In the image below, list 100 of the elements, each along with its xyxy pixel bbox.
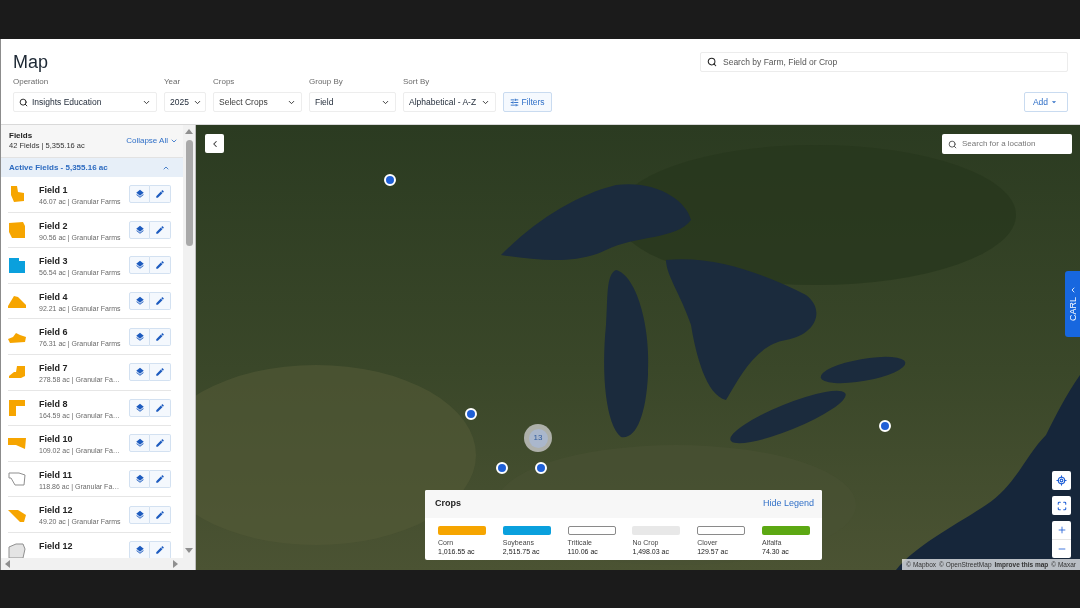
- scroll-right-arrow-icon[interactable]: [173, 560, 178, 568]
- layers-button[interactable]: [129, 434, 150, 453]
- edit-button[interactable]: [150, 505, 171, 524]
- locate-icon: [1056, 475, 1067, 486]
- edit-button[interactable]: [150, 363, 171, 382]
- vertical-scrollbar[interactable]: [183, 125, 195, 558]
- layers-icon: [134, 509, 145, 520]
- layers-icon: [134, 545, 145, 556]
- field-shape-icon: [8, 221, 26, 238]
- hide-legend-link[interactable]: Hide Legend: [762, 497, 814, 511]
- sidebar-title: Fields: [9, 131, 34, 141]
- layers-icon: [134, 474, 145, 485]
- location-search-field[interactable]: Search for a location: [942, 134, 1072, 154]
- pencil-icon: [155, 474, 165, 485]
- layers-button[interactable]: [129, 292, 150, 311]
- layers-icon: [134, 402, 145, 413]
- edit-button[interactable]: [150, 541, 171, 558]
- edit-button[interactable]: [150, 220, 171, 239]
- scroll-left-arrow-icon[interactable]: [5, 560, 10, 568]
- search-icon: [948, 139, 957, 149]
- scroll-down-arrow-icon[interactable]: [185, 548, 193, 553]
- search-icon: [19, 97, 28, 107]
- layers-icon: [134, 296, 145, 307]
- edit-button[interactable]: [150, 398, 171, 417]
- pencil-icon: [155, 224, 165, 235]
- pencil-icon: [155, 438, 165, 449]
- field-name: Field 12: [39, 540, 74, 552]
- scrollbar-thumb[interactable]: [185, 140, 193, 246]
- layers-button[interactable]: [129, 363, 150, 382]
- field-shape-icon: [8, 435, 26, 452]
- layers-button[interactable]: [129, 256, 150, 275]
- edit-button[interactable]: [150, 327, 171, 346]
- field-name: Field 8: [39, 398, 69, 410]
- layers-icon: [134, 367, 145, 378]
- pencil-icon: [155, 260, 165, 271]
- field-label: Sort By: [403, 77, 431, 87]
- field-shape-icon: [8, 364, 26, 381]
- collapse-all-button[interactable]: Collapse All: [126, 135, 178, 147]
- layers-button[interactable]: [129, 541, 150, 558]
- pencil-icon: [155, 189, 165, 200]
- edit-button[interactable]: [150, 256, 171, 275]
- field-name: Field 4: [39, 291, 69, 303]
- add-button[interactable]: Add: [1024, 92, 1068, 112]
- field-shape-icon: [8, 471, 26, 488]
- layers-icon: [134, 224, 145, 235]
- field-label: Crops: [213, 77, 236, 87]
- field-name: Field 7: [39, 362, 69, 374]
- back-button[interactable]: [205, 134, 224, 153]
- legend-title: Crops: [435, 497, 461, 511]
- layers-button[interactable]: [129, 220, 150, 239]
- layers-button[interactable]: [129, 327, 150, 346]
- sliders-icon: [510, 97, 520, 107]
- pencil-icon: [155, 545, 165, 556]
- page-title: Map: [13, 51, 48, 73]
- field-name: Field 10: [39, 434, 74, 446]
- field-name: Field 1: [39, 185, 69, 196]
- field-label: Year: [164, 77, 182, 87]
- dropdown[interactable]: 2025: [164, 92, 206, 112]
- layers-icon: [134, 438, 145, 449]
- field-label: Operation: [13, 77, 50, 87]
- dropdown[interactable]: Field: [309, 92, 396, 112]
- group-header[interactable]: Active Fields - 5,355.16 ac: [1, 158, 183, 177]
- layers-button[interactable]: [129, 398, 150, 417]
- pencil-icon: [155, 367, 165, 378]
- dropdown[interactable]: Alphabetical - A-Z: [403, 92, 496, 112]
- pencil-icon: [155, 296, 165, 307]
- field-shape-icon: [8, 293, 26, 310]
- scroll-up-arrow-icon[interactable]: [185, 129, 193, 134]
- dropdown[interactable]: Insights Education: [13, 92, 157, 112]
- edit-button[interactable]: [150, 470, 171, 489]
- layers-button[interactable]: [129, 505, 150, 524]
- layers-icon: [134, 189, 145, 200]
- fullscreen-button[interactable]: [1052, 496, 1071, 515]
- field-name: Field 6: [39, 327, 69, 339]
- field-shape-icon: [8, 257, 26, 274]
- pencil-icon: [155, 509, 165, 520]
- locate-button[interactable]: [1052, 471, 1071, 490]
- field-shape-icon: [8, 186, 26, 203]
- edit-button[interactable]: [150, 434, 171, 453]
- field-label: Group By: [309, 77, 344, 87]
- field-name: Field 2: [39, 220, 69, 232]
- horizontal-scrollbar[interactable]: [1, 558, 195, 570]
- field-name: Field 3: [39, 256, 69, 268]
- carl-tab[interactable]: CARL: [1065, 271, 1080, 337]
- plus-icon: [1056, 525, 1067, 535]
- field-name: Field 11: [39, 469, 74, 481]
- edit-button[interactable]: [150, 185, 171, 204]
- fullscreen-icon: [1056, 500, 1067, 511]
- field-shape-icon: [8, 399, 26, 416]
- field-name: Field 12: [39, 505, 74, 517]
- pencil-icon: [155, 402, 165, 413]
- search-field[interactable]: Search by Farm, Field or Crop: [700, 52, 1068, 72]
- layers-button[interactable]: [129, 470, 150, 489]
- dropdown[interactable]: Select Crops: [213, 92, 302, 112]
- layers-button[interactable]: [129, 185, 150, 204]
- search-icon: [707, 57, 717, 67]
- layers-icon: [134, 331, 145, 342]
- chevron-down-icon: [170, 137, 178, 145]
- filters-button[interactable]: Filters: [503, 92, 552, 112]
- edit-button[interactable]: [150, 292, 171, 311]
